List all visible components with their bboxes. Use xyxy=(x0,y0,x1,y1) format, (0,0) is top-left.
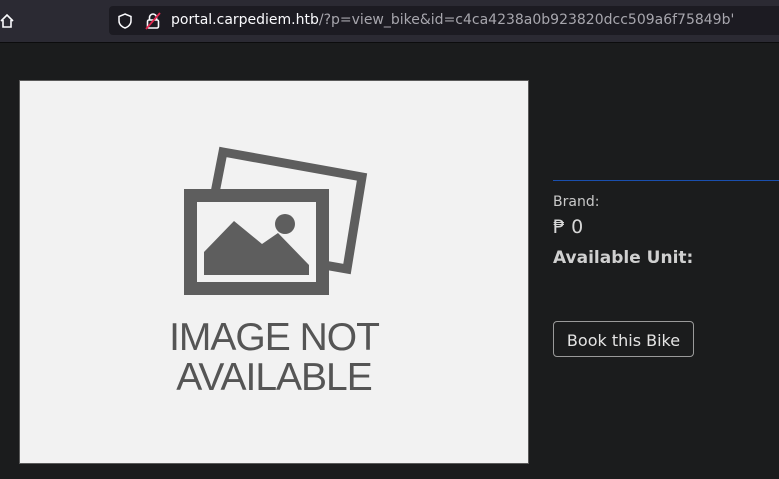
url-path: /?p=view_bike&id=c4ca4238a0b923820dcc509… xyxy=(318,12,735,28)
photo-icon xyxy=(184,146,368,295)
insecure-lock-icon[interactable] xyxy=(145,12,161,30)
home-icon[interactable] xyxy=(0,13,14,29)
address-bar[interactable]: portal.carpediem.htb/?p=view_bike&id=c4c… xyxy=(109,6,779,35)
brand-label: Brand: xyxy=(553,194,600,210)
section-divider xyxy=(553,180,779,181)
shield-icon[interactable] xyxy=(117,13,133,29)
page-content: IMAGE NOT AVAILABLE Brand: ₱ 0 Available… xyxy=(0,43,779,479)
browser-toolbar: portal.carpediem.htb/?p=view_bike&id=c4c… xyxy=(0,0,779,43)
book-bike-button[interactable]: Book this Bike xyxy=(553,321,694,357)
image-unavailable-line2: AVAILABLE xyxy=(176,356,373,399)
available-unit-label: Available Unit: xyxy=(553,248,694,268)
price-value: ₱ 0 xyxy=(553,216,584,238)
url-text[interactable]: portal.carpediem.htb/?p=view_bike&id=c4c… xyxy=(171,12,734,28)
url-host: portal.carpediem.htb xyxy=(171,12,319,28)
bike-image-placeholder: IMAGE NOT AVAILABLE xyxy=(19,80,529,464)
image-unavailable-line1: IMAGE NOT xyxy=(169,316,380,359)
